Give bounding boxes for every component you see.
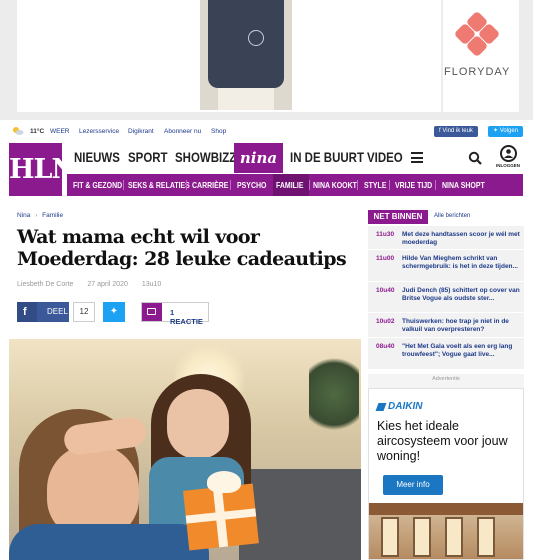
- search-icon[interactable]: [468, 151, 482, 165]
- meer-info-button[interactable]: Meer info: [383, 475, 443, 495]
- all-articles-link[interactable]: Alle berichten: [434, 213, 470, 219]
- subnav-item-vrije-tijd[interactable]: VRIJE TIJD: [395, 180, 432, 190]
- facebook-icon: f: [23, 306, 27, 318]
- nav-item-in-de-buurt[interactable]: IN DE BUURT: [290, 149, 364, 165]
- subnav-item-seks-relaties[interactable]: SEKS & RELATIES: [128, 180, 190, 190]
- nav-item-nieuws[interactable]: NIEUWS: [74, 149, 120, 165]
- reactions-label: 1 REACTIE: [170, 308, 203, 326]
- subnav-item-nina-kookt[interactable]: NINA KOOKT: [313, 180, 357, 190]
- article-title: Wat mama echt wil voor Moederdag: 28 leu…: [17, 226, 347, 270]
- gift-bow: [207, 471, 241, 493]
- gift-box: [183, 483, 259, 551]
- lezersservice-link[interactable]: Lezersservice: [79, 128, 119, 135]
- blouse-shape: [208, 0, 284, 88]
- item-time: 11u00: [376, 255, 395, 262]
- nav-item-nina[interactable]: nina: [234, 143, 283, 173]
- comment-icon: [142, 303, 162, 321]
- sofa: [239, 469, 361, 560]
- subnav-item-psycho[interactable]: PSYCHO: [237, 180, 266, 190]
- facebook-like-label: Vind ik leuk: [442, 128, 473, 134]
- item-title: Judi Dench (85) schittert op cover van B…: [402, 287, 520, 302]
- floryday-logo-icon: [452, 10, 502, 64]
- plant: [309, 349, 359, 439]
- chevron-right-icon: ›: [35, 212, 38, 219]
- breadcrumb-familie[interactable]: Familie: [42, 212, 63, 219]
- sub-nav: FIT & GEZOND SEKS & RELATIES CARRIÈRE PS…: [67, 174, 523, 196]
- daikin-logo-icon: [375, 403, 387, 411]
- ad-banner-left[interactable]: [17, 0, 441, 112]
- girl-face: [167, 389, 229, 459]
- list-item[interactable]: 11u30 Met deze handtassen scoor je wél m…: [368, 226, 524, 250]
- subnav-item-familie[interactable]: FAMILIE: [276, 180, 303, 190]
- utility-bar: 11°C WEER Lezersservice Digikrant Abonne…: [0, 120, 533, 142]
- item-title: "Het Met Gala voelt als een erg lang tro…: [402, 343, 513, 358]
- item-title: Thuiswerken: hoe trap je niet in de valk…: [402, 318, 509, 333]
- nav-item-video[interactable]: VIDEO: [367, 149, 403, 165]
- list-item[interactable]: 11u00 Hilde Van Mieghem schrikt van sche…: [368, 250, 524, 282]
- article-hero-image[interactable]: [9, 339, 361, 560]
- item-time: 10u40: [376, 287, 395, 294]
- subnav-item-fit-gezond[interactable]: FIT & GEZOND: [73, 180, 122, 190]
- twitter-icon: ✦: [493, 128, 500, 134]
- weather-icon: [13, 127, 24, 135]
- facebook-like-button[interactable]: f Vind ik leuk: [434, 126, 478, 137]
- item-time: 10u02: [376, 318, 395, 325]
- daikin-brand: DAIKIN: [388, 401, 423, 412]
- article-meta: Liesbeth De Corte 27 april 2020 13u10: [17, 281, 173, 288]
- login-label: INLOGGEN: [495, 163, 520, 168]
- net-binnen-badge: NET BINNEN: [368, 210, 428, 224]
- list-item[interactable]: 10u40 Judi Dench (85) schittert op cover…: [368, 282, 524, 313]
- twitter-share-button[interactable]: ✦: [103, 302, 125, 322]
- main-nav: NIEUWS SPORT SHOWBIZZ nina IN DE BUURT V…: [67, 143, 523, 173]
- abonneer-link[interactable]: Abonneer nu: [164, 128, 201, 135]
- daikin-ad[interactable]: DAIKIN Kies het ideale aircosysteem voor…: [368, 388, 524, 560]
- digikrant-link[interactable]: Digikrant: [128, 128, 154, 135]
- temperature: 11°C: [30, 128, 45, 135]
- sidebar-advertisement[interactable]: Advertentie DAIKIN Kies het ideale airco…: [368, 374, 524, 560]
- menu-icon[interactable]: [411, 152, 423, 163]
- article-author[interactable]: Liesbeth De Corte: [17, 281, 73, 288]
- subnav-item-style[interactable]: STYLE: [364, 180, 386, 190]
- subnav-item-carriere[interactable]: CARRIÈRE: [192, 180, 228, 190]
- weather-link[interactable]: WEER: [50, 128, 70, 135]
- dandelion-print: [248, 30, 264, 46]
- user-icon: [499, 145, 517, 162]
- share-count: 12: [73, 302, 95, 322]
- list-item[interactable]: 10u02 Thuiswerken: hoe trap je niet in d…: [368, 313, 524, 338]
- breadcrumb: Nina › Familie: [17, 212, 63, 219]
- item-title: Hilde Van Mieghem schrikt van schermgebr…: [402, 255, 518, 270]
- item-title: Met deze handtassen scoor je wél met moe…: [402, 231, 520, 246]
- item-time: 08u40: [376, 343, 395, 350]
- article-date: 27 april 2020: [87, 281, 128, 288]
- twitter-follow-button[interactable]: ✦ Volgen: [488, 126, 524, 137]
- ad-brand-name: FLORYDAY: [444, 66, 511, 78]
- list-item[interactable]: 08u40 "Het Met Gala voelt als een erg la…: [368, 338, 524, 370]
- breadcrumb-nina[interactable]: Nina: [17, 212, 30, 219]
- article-time: 13u10: [141, 281, 162, 288]
- nav-item-showbizz[interactable]: SHOWBIZZ: [175, 149, 236, 165]
- item-time: 11u30: [376, 231, 395, 238]
- facebook-share-button[interactable]: f DEEL: [17, 302, 69, 322]
- shop-link[interactable]: Shop: [211, 128, 226, 135]
- twitter-follow-label: Volgen: [499, 128, 519, 134]
- advertisement-label: Advertentie: [432, 376, 460, 382]
- twitter-icon: ✦: [109, 306, 119, 317]
- subnav-item-nina-shopt[interactable]: NINA SHOPT: [442, 180, 485, 190]
- hln-logo[interactable]: HLN: [9, 143, 76, 196]
- ad-product-image[interactable]: [200, 0, 292, 110]
- share-label: DEEL: [47, 307, 68, 316]
- top-advertisement[interactable]: FLORYDAY: [0, 0, 533, 117]
- skirt-shape: [218, 88, 274, 110]
- login-button[interactable]: INLOGGEN: [495, 145, 521, 168]
- nav-item-sport[interactable]: SPORT: [128, 149, 168, 165]
- ad-headline: Kies het ideale aircosysteem voor jouw w…: [377, 419, 508, 463]
- page: 11°C WEER Lezersservice Digikrant Abonne…: [0, 120, 533, 560]
- reactions-button[interactable]: 1 REACTIE: [141, 302, 209, 326]
- ad-photo: [369, 503, 523, 559]
- woman-shirt: [9, 524, 209, 560]
